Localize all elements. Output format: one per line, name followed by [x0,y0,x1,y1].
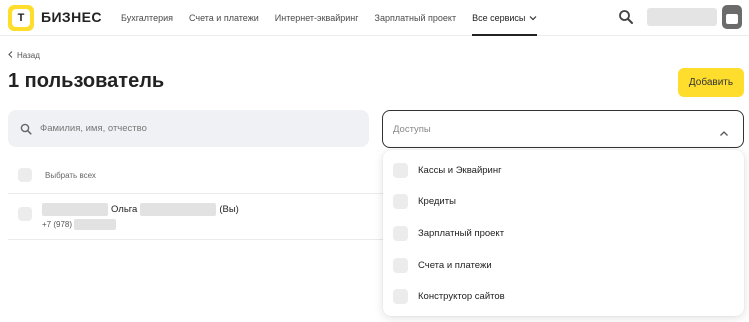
main-nav: Бухгалтерия Счета и платежи Интернет-экв… [121,0,553,36]
phone-prefix: +7 (978) [42,220,73,229]
chevron-left-icon [8,51,13,60]
add-user-button[interactable]: Добавить [678,68,744,97]
search-icon [20,123,32,135]
back-link[interactable]: Назад [8,51,40,60]
top-header: Т БИЗНЕС Бухгалтерия Счета и платежи Инт… [0,0,749,36]
user-phone: +7 (978) [42,219,117,230]
divider [8,193,388,194]
avatar-glyph [726,14,738,24]
last-name-redacted [42,203,108,216]
option-label: Конструктор сайтов [418,290,505,302]
option-label: Зарплатный проект [418,227,505,239]
access-option-accounts-payments[interactable]: Счета и платежи [393,257,492,273]
select-all[interactable]: Выбрать всех [18,168,96,182]
chevron-up-icon [719,124,729,142]
option-label: Кассы и Эквайринг [418,164,502,176]
option-label: Счета и платежи [418,259,492,271]
access-option-payroll[interactable]: Зарплатный проект [393,225,504,241]
back-label: Назад [17,51,40,60]
option-checkbox[interactable] [393,162,408,178]
nav-item-payroll[interactable]: Зарплатный проект [375,0,457,36]
nav-item-label: Счета и платежи [188,13,259,23]
option-checkbox[interactable] [393,288,408,304]
access-filter-placeholder: Доступы [393,123,431,135]
select-all-checkbox[interactable] [18,168,32,182]
select-all-label: Выбрать всех [45,170,96,180]
access-option-site-builder[interactable]: Конструктор сайтов [393,288,505,304]
logo-icon[interactable]: Т [8,5,34,31]
access-option-credits[interactable]: Кредиты [393,193,456,209]
nav-item-label: Интернет-эквайринг [274,13,359,23]
divider [8,239,388,240]
phone-redacted [74,219,117,230]
access-filter-select[interactable]: Доступы [382,110,744,148]
table-row[interactable]: Ольга (Вы) +7 (978) [18,203,378,233]
chevron-down-icon [529,13,537,23]
nav-item-label: Все сервисы [472,13,526,23]
company-name-redacted[interactable] [647,8,717,26]
logo-shield: Т [12,9,30,27]
you-badge: (Вы) [219,204,239,215]
nav-item-label: Бухгалтерия [121,13,173,23]
user-name: Ольга (Вы) [42,203,239,216]
nav-item-all-services[interactable]: Все сервисы [472,0,538,36]
nav-item-accounting[interactable]: Бухгалтерия [121,0,173,36]
nav-item-accounts-payments[interactable]: Счета и платежи [189,0,259,36]
nav-item-acquiring[interactable]: Интернет-эквайринг [275,0,359,36]
option-checkbox[interactable] [393,257,408,273]
page-title: 1 пользователь [8,70,165,92]
option-checkbox[interactable] [393,193,408,209]
search-icon[interactable] [618,9,634,25]
option-checkbox[interactable] [393,225,408,241]
option-label: Кредиты [418,195,456,207]
row-checkbox[interactable] [18,207,32,221]
search-input[interactable] [40,123,340,134]
access-option-cash-acquiring[interactable]: Кассы и Эквайринг [393,162,502,178]
middle-name-redacted [140,203,217,216]
avatar[interactable] [722,5,742,29]
search-field[interactable] [8,110,369,147]
first-name: Ольга [111,204,138,215]
access-dropdown: Кассы и Эквайринг Кредиты Зарплатный про… [383,150,744,316]
brand-name: БИЗНЕС [41,9,102,25]
nav-item-label: Зарплатный проект [374,13,457,23]
